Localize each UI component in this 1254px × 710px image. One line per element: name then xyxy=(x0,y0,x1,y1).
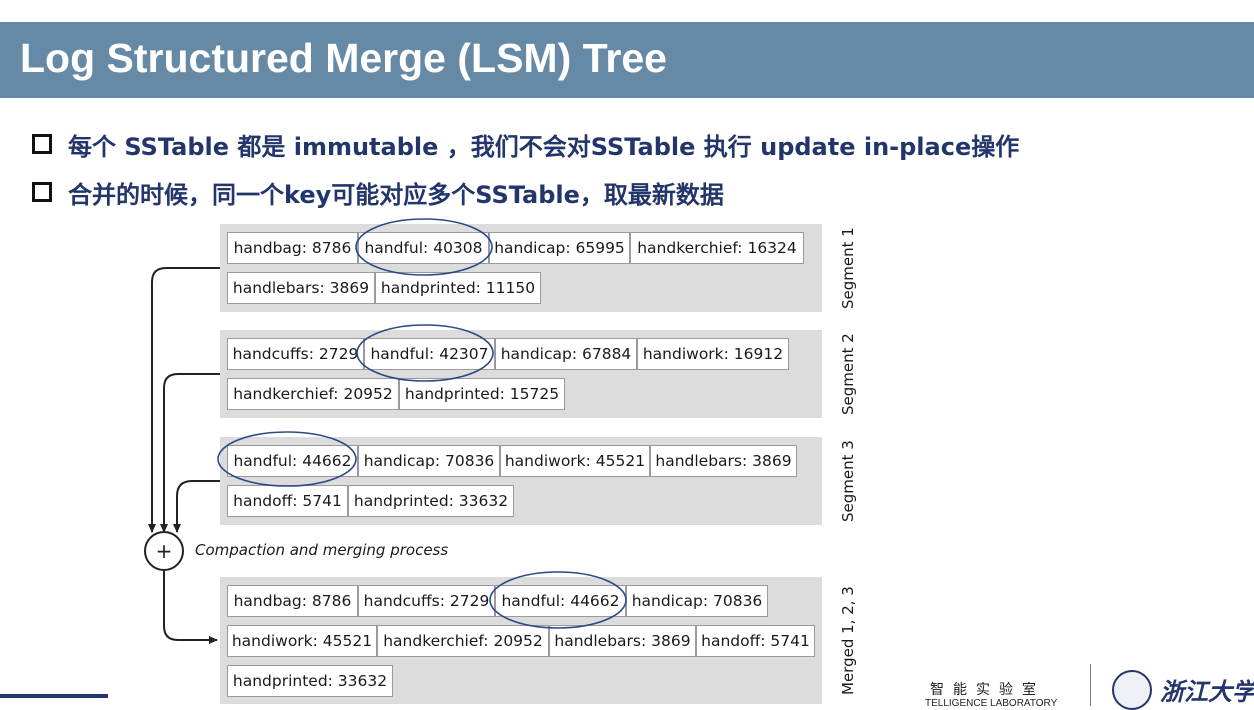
university-emblem-icon xyxy=(1112,670,1152,710)
lab-name-cn: 智能实验室 xyxy=(930,682,1045,698)
merge-plus-icon: + xyxy=(144,531,184,571)
connector-segment-2 xyxy=(160,373,220,533)
lab-name-en: TELLIGENCE LABORATORY xyxy=(925,698,1058,709)
connector-merged xyxy=(163,571,218,644)
highlight-ellipse-merged xyxy=(489,571,627,629)
connector-segment-3 xyxy=(173,480,220,533)
bottom-accent-line xyxy=(0,694,108,698)
university-name-cn: 浙江大学 xyxy=(1160,677,1254,706)
process-label: Compaction and merging process xyxy=(195,541,449,559)
highlight-ellipse-segment-3 xyxy=(217,431,357,487)
diagram-overlay: + xyxy=(144,218,627,644)
plus-symbol: + xyxy=(156,539,173,563)
highlight-ellipse-segment-1 xyxy=(355,218,493,276)
connector-segment-1 xyxy=(148,267,220,533)
highlight-ellipse-segment-2 xyxy=(356,324,494,382)
logo-divider xyxy=(1090,664,1091,706)
